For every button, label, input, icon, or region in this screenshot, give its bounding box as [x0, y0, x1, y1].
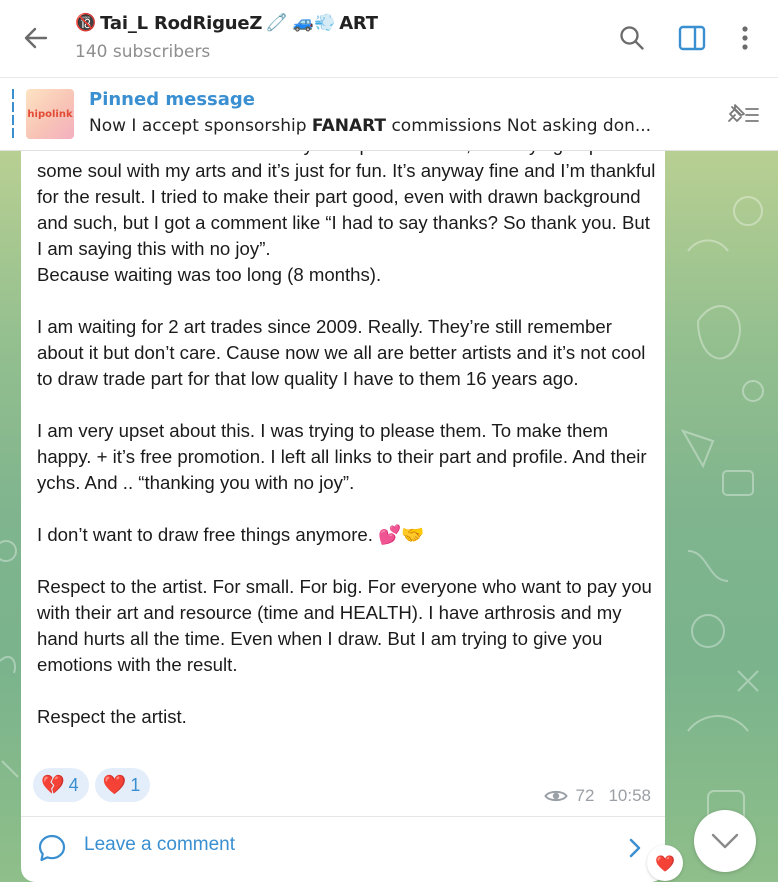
chevron-down-icon: [711, 833, 739, 849]
broken-heart-icon: 💔: [41, 773, 65, 796]
title-emojis: 🧷 🚙💨: [266, 12, 336, 33]
message-meta: 72 10:58: [543, 786, 651, 806]
message-paragraph: Because waiting was too long (8 months).: [37, 264, 382, 285]
reaction-count: 1: [130, 774, 141, 795]
heart-icon: ❤️: [102, 773, 127, 796]
sidebar-panel-icon[interactable]: [676, 22, 708, 54]
channel-title[interactable]: 🔞 Tai_L RodRiguеZ 🧷 🚙💨 ART: [75, 10, 382, 36]
pinned-indicator: [12, 89, 14, 141]
channel-name: Tai_L RodRiguеZ: [100, 12, 263, 34]
message-paragraph: I am waiting for 2 art trades since 2009…: [37, 316, 646, 389]
chevron-right-icon: [629, 838, 641, 858]
search-icon[interactable]: [616, 22, 648, 54]
pinned-text: Now I accept sponsorship FANART commissi…: [89, 116, 689, 136]
message-text: about a week . I don’t want to say their…: [37, 151, 657, 730]
message-paragraph: Respect the artist.: [37, 706, 187, 727]
back-arrow-icon[interactable]: [20, 22, 52, 54]
pinned-label: Pinned message: [89, 89, 255, 110]
scroll-to-bottom-button[interactable]: [694, 810, 756, 872]
message-paragraph: Respect to the artist. For small. For bi…: [37, 576, 652, 675]
adult-emoji: 🔞: [75, 12, 97, 33]
leave-comment-button[interactable]: Leave a comment: [21, 816, 665, 876]
message-bubble: about a week . I don’t want to say their…: [21, 151, 665, 882]
message-paragraph: about a week . I don’t want to say their…: [37, 151, 656, 259]
message-paragraph: I don’t want to draw free things anymore…: [37, 524, 425, 545]
message-paragraph: I am very upset about this. I was trying…: [37, 420, 647, 493]
message-time: 10:58: [608, 786, 651, 805]
unpin-icon[interactable]: [722, 101, 762, 129]
pinned-text-end: commissions Not asking don...: [386, 116, 652, 136]
subscriber-count: 140 subscribers: [75, 42, 211, 62]
pinned-text-start: Now I accept sponsorship: [89, 116, 312, 136]
pinned-thumbnail-logo: hipolink: [27, 108, 73, 120]
reaction-broken-heart[interactable]: 💔 4: [33, 768, 89, 802]
pinned-message-bar[interactable]: hipolink Pinned message Now I accept spo…: [0, 79, 778, 151]
unread-reaction-button[interactable]: ❤️: [647, 845, 683, 881]
leave-comment-label: Leave a comment: [84, 834, 236, 855]
pinned-thumbnail: hipolink: [26, 89, 74, 139]
channel-name-suffix: ART: [339, 12, 378, 34]
reaction-count: 4: [68, 774, 79, 795]
chat-wallpaper: about a week . I don’t want to say their…: [0, 151, 778, 882]
reaction-heart[interactable]: ❤️ 1: [94, 768, 151, 802]
chat-header: 🔞 Tai_L RodRiguеZ 🧷 🚙💨 ART 140 subscribe…: [0, 0, 778, 78]
pinned-text-bold: FANART: [311, 116, 387, 136]
comment-bubble-icon: [38, 834, 66, 862]
view-count: 72: [575, 786, 595, 805]
eye-icon: [543, 790, 568, 802]
reactions-row: 💔 4 ❤️ 1: [33, 768, 151, 802]
wallpaper-doodles-left: [0, 540, 19, 778]
heart-icon: ❤️: [655, 853, 675, 873]
more-vertical-icon[interactable]: [729, 22, 761, 54]
wallpaper-doodles: [680, 196, 764, 822]
